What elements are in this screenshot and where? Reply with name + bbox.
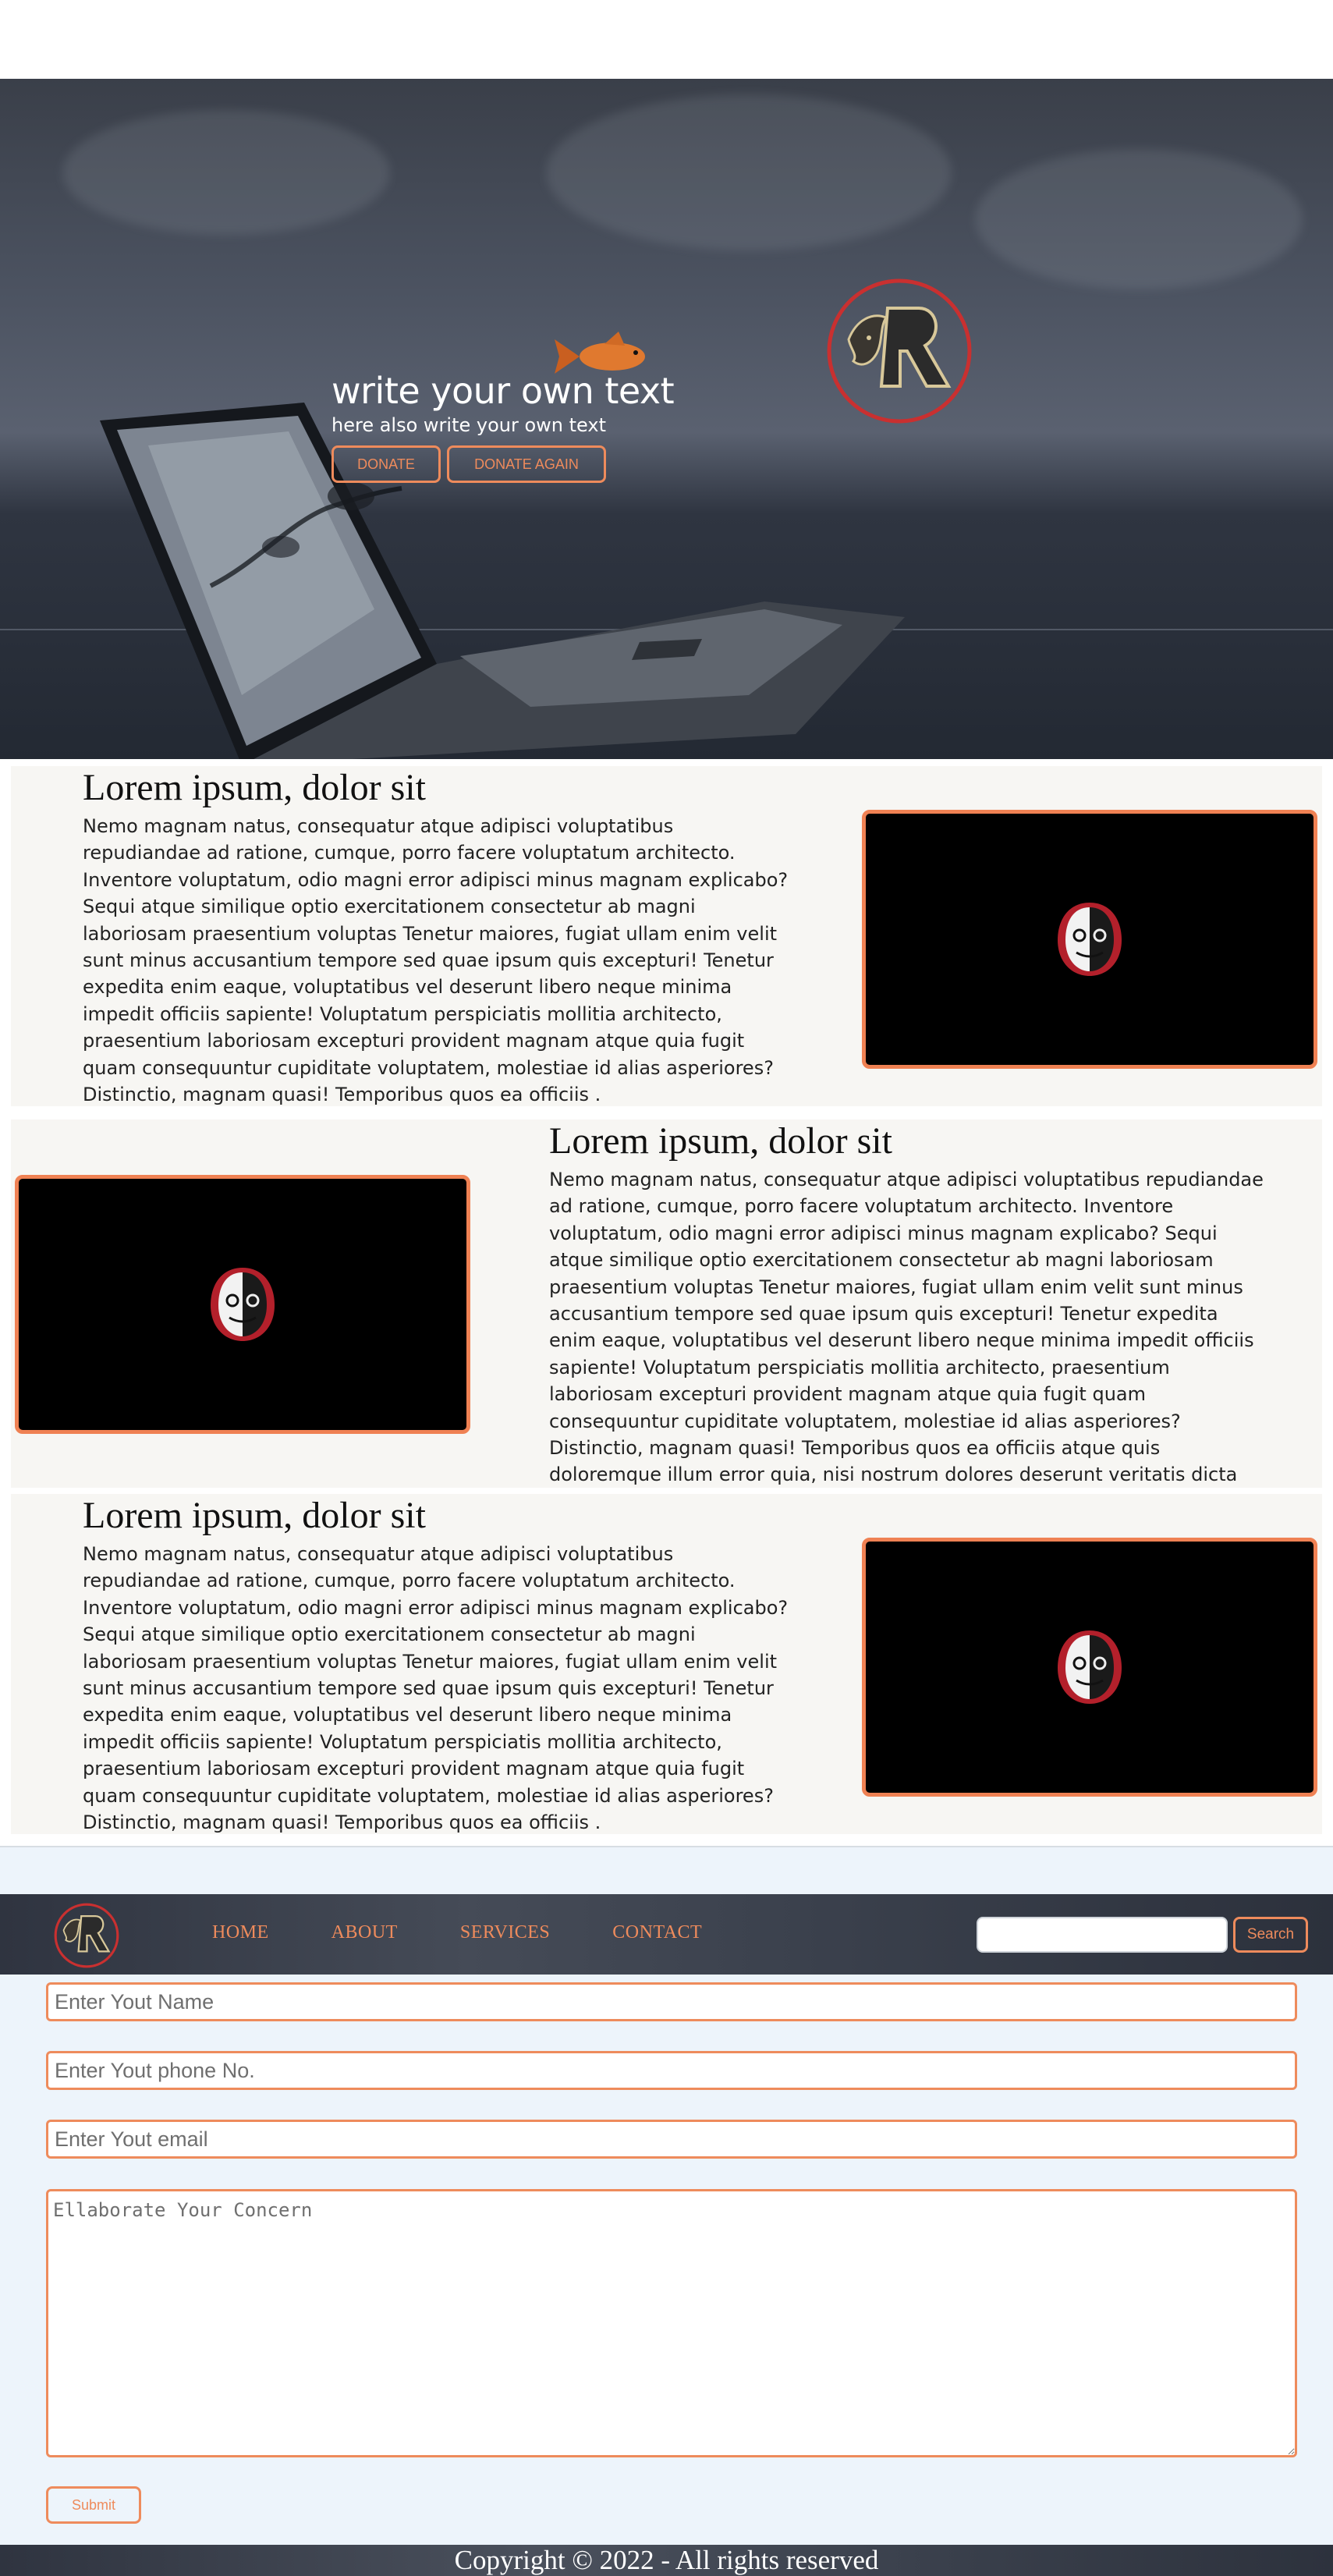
lion-r-logo-icon <box>827 279 972 424</box>
nav-link-services[interactable]: SERVICES <box>460 1922 550 1943</box>
section-heading: Lorem ipsum, dolor sit <box>83 1495 426 1536</box>
hero-text-block: write your own text here also write your… <box>331 369 675 483</box>
donate-again-button[interactable]: DONATE AGAIN <box>447 445 606 483</box>
section-heading: Lorem ipsum, dolor sit <box>83 767 426 808</box>
hero-button-group: DONATE DONATE AGAIN <box>331 445 674 483</box>
hero-banner: write your own text here also write your… <box>0 79 1333 759</box>
footer: Copyright © 2022 - All rights reserved <box>0 2545 1333 2576</box>
lion-r-logo-icon[interactable] <box>53 1902 120 1969</box>
feature-section-3: Lorem ipsum, dolor sit Nemo magnam natus… <box>11 1494 1322 1834</box>
cloud-shape <box>62 110 390 235</box>
cloud-shape <box>975 149 1303 289</box>
video-thumbnail[interactable] <box>862 810 1317 1069</box>
masked-face-icon <box>1058 1630 1122 1704</box>
video-thumbnail[interactable] <box>15 1175 470 1434</box>
feature-section-1: Lorem ipsum, dolor sit Nemo magnam natus… <box>11 766 1322 1106</box>
search-input[interactable] <box>977 1917 1228 1953</box>
section-paragraph: Nemo magnam natus, consequatur atque adi… <box>549 1169 1264 1513</box>
nav-links: HOME ABOUT SERVICES CONTACT <box>212 1922 702 1943</box>
hero-title: write your own text <box>331 370 675 412</box>
nav-link-contact[interactable]: CONTACT <box>612 1922 702 1943</box>
hero-subtitle: here also write your own text <box>331 414 606 436</box>
section-paragraph: Nemo magnam natus, consequatur atque adi… <box>83 815 789 1106</box>
section-heading: Lorem ipsum, dolor sit <box>549 1120 892 1162</box>
video-thumbnail[interactable] <box>862 1538 1317 1797</box>
section-divider <box>0 1846 1333 1847</box>
feature-section-2: Lorem ipsum, dolor sit Nemo magnam natus… <box>11 1119 1322 1513</box>
masked-face-icon <box>1058 903 1122 976</box>
name-field[interactable] <box>46 1982 1297 2021</box>
masked-face-icon <box>211 1268 275 1341</box>
donate-button[interactable]: DONATE <box>331 445 441 483</box>
nav-link-home[interactable]: HOME <box>212 1922 269 1943</box>
cloud-shape <box>546 94 952 250</box>
phone-field[interactable] <box>46 2051 1297 2090</box>
submit-button[interactable]: Submit <box>46 2486 141 2524</box>
navbar: HOME ABOUT SERVICES CONTACT Search <box>0 1894 1333 1975</box>
email-field[interactable] <box>46 2120 1297 2159</box>
nav-link-about[interactable]: ABOUT <box>331 1922 398 1943</box>
section-paragraph: Nemo magnam natus, consequatur atque adi… <box>83 1543 789 1834</box>
search-button[interactable]: Search <box>1233 1917 1308 1953</box>
copyright-text: Copyright © 2022 - All rights reserved <box>454 2545 879 2575</box>
concern-textarea[interactable] <box>46 2189 1297 2457</box>
